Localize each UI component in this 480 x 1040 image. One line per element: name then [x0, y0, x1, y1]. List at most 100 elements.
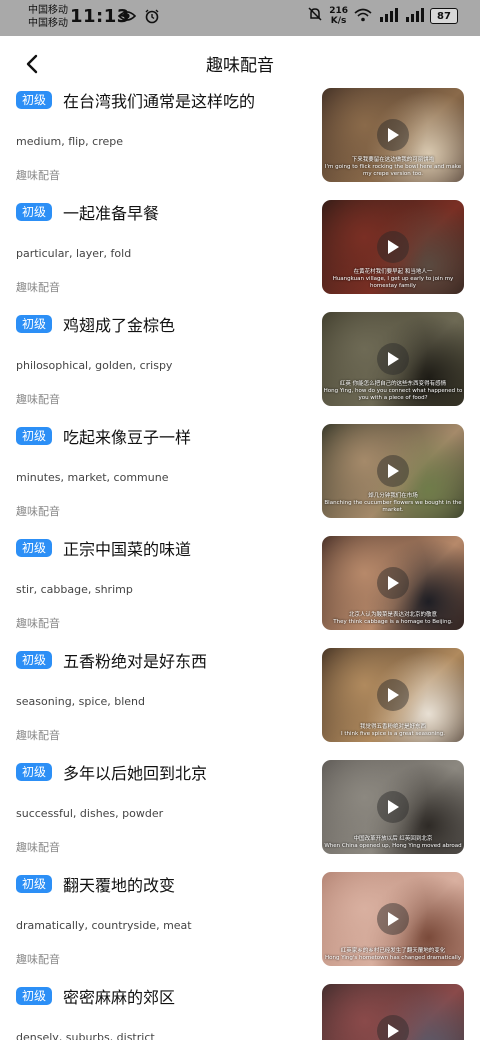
subtitle-en: When China opened up, Hong Ying moved ab…	[324, 843, 462, 849]
item-category: 趣味配音	[16, 393, 60, 406]
video-thumbnail[interactable]: 红英 你能怎么把自己的这些东西变得有感情 Hong Ying, how do y…	[322, 312, 464, 406]
signal-icon	[378, 7, 398, 26]
item-title: 密密麻麻的郊区	[63, 988, 176, 1007]
subtitle-en: I'm going to flick rocking the bowl here…	[324, 164, 462, 177]
item-title: 多年以后她回到北京	[63, 764, 208, 783]
subtitle-cn: 焯几分钟我们在市场	[368, 493, 418, 499]
video-thumbnail[interactable]: 红英家乡的乡村已经发生了翻天覆地的变化 Hong Ying's hometown…	[322, 872, 464, 966]
list-item[interactable]: 初级 一起准备早餐 particular, layer, fold 趣味配音 在…	[0, 196, 480, 308]
level-badge: 初级	[16, 539, 53, 557]
subtitle-cn: 红英家乡的乡村已经发生了翻天覆地的变化	[340, 948, 446, 954]
title-row: 初级 鸡翅成了金棕色	[16, 312, 175, 336]
item-keywords: minutes, market, commune	[16, 471, 169, 484]
level-badge: 初级	[16, 203, 53, 221]
play-icon	[388, 464, 399, 478]
item-category: 趣味配音	[16, 505, 60, 518]
subtitle-en: I think five spice is a great seasoning.	[341, 731, 445, 737]
play-button[interactable]	[377, 231, 409, 263]
status-icons-right: 216 K/s 87	[307, 6, 458, 26]
item-text: 初级 吃起来像豆子一样 minutes, market, commune 趣味配…	[16, 420, 306, 532]
item-keywords: stir, cabbage, shrimp	[16, 583, 133, 596]
play-button[interactable]	[377, 791, 409, 823]
video-thumbnail[interactable]: 我觉得五香粉绝对是好东西 I think five spice is a gre…	[322, 648, 464, 742]
net-speed-value: 216	[329, 6, 348, 16]
play-button[interactable]	[377, 343, 409, 375]
subtitle-en: They think cabbage is a homage to Beijin…	[333, 619, 453, 625]
thumbnail-subtitle: 红英家乡的乡村已经发生了翻天覆地的变化 Hong Ying's hometown…	[322, 948, 464, 962]
thumbnail-subtitle: 北京人认为酸菜是表达对北京的敬意 They think cabbage is a…	[322, 612, 464, 626]
level-badge: 初级	[16, 763, 53, 781]
level-badge: 初级	[16, 875, 53, 893]
play-button[interactable]	[377, 903, 409, 935]
battery-icon: 87	[430, 8, 458, 24]
item-text: 初级 密密麻麻的郊区 densely, suburbs, district 趣味…	[16, 980, 306, 1040]
item-text: 初级 多年以后她回到北京 successful, dishes, powder …	[16, 756, 306, 868]
page-title: 趣味配音	[206, 56, 274, 76]
play-icon	[388, 912, 399, 926]
video-thumbnail[interactable]: 下来我要留在这边做我的可丽饼啦 I'm going to flick rocki…	[322, 88, 464, 182]
thumbnail-subtitle: 我觉得五香粉绝对是好东西 I think five spice is a gre…	[322, 724, 464, 738]
level-badge: 初级	[16, 427, 53, 445]
item-text: 初级 翻天覆地的改变 dramatically, countryside, me…	[16, 868, 306, 980]
thumbnail-subtitle: 焯几分钟我们在市场 Blanching the cucumber flowers…	[322, 493, 464, 514]
carrier-info: 中国移动 中国移动	[28, 4, 68, 30]
thumbnail-subtitle: 在黄花村我们要早起 和当地人一 Huangkuan village, I get…	[322, 269, 464, 290]
play-button[interactable]	[377, 679, 409, 711]
video-thumbnail[interactable]: 焯几分钟我们在市场 Blanching the cucumber flowers…	[322, 424, 464, 518]
level-badge: 初级	[16, 987, 53, 1005]
video-thumbnail[interactable]: 北京人认为酸菜是表达对北京的敬意 They think cabbage is a…	[322, 536, 464, 630]
net-speed-unit: K/s	[330, 16, 347, 26]
list-item[interactable]: 初级 五香粉绝对是好东西 seasoning, spice, blend 趣味配…	[0, 644, 480, 756]
list-item[interactable]: 初级 多年以后她回到北京 successful, dishes, powder …	[0, 756, 480, 868]
carrier-2: 中国移动	[28, 18, 68, 29]
video-thumbnail[interactable]: 在黄花村我们要早起 和当地人一 Huangkuan village, I get…	[322, 200, 464, 294]
item-category: 趣味配音	[16, 617, 60, 630]
level-badge: 初级	[16, 91, 53, 109]
item-category: 趣味配音	[16, 953, 60, 966]
level-badge: 初级	[16, 651, 53, 669]
video-thumbnail[interactable]: 中国改革开放以后 红英回到北京 When China opened up, Ho…	[322, 760, 464, 854]
item-title: 吃起来像豆子一样	[63, 428, 192, 447]
level-badge: 初级	[16, 315, 53, 333]
title-row: 初级 吃起来像豆子一样	[16, 424, 191, 448]
item-category: 趣味配音	[16, 729, 60, 742]
item-text: 初级 鸡翅成了金棕色 philosophical, golden, crispy…	[16, 308, 306, 420]
video-thumbnail[interactable]	[322, 984, 464, 1040]
play-button[interactable]	[377, 455, 409, 487]
item-title: 一起准备早餐	[63, 204, 160, 223]
mute-icon	[307, 6, 323, 26]
item-category: 趣味配音	[16, 169, 60, 182]
thumbnail-subtitle: 红英 你能怎么把自己的这些东西变得有感情 Hong Ying, how do y…	[322, 381, 464, 402]
title-row: 初级 五香粉绝对是好东西	[16, 648, 207, 672]
subtitle-en: Hong Ying, how do you connect what happe…	[323, 388, 463, 401]
eye-icon	[117, 8, 137, 28]
item-title: 翻天覆地的改变	[63, 876, 176, 895]
title-row: 初级 正宗中国菜的味道	[16, 536, 191, 560]
list-item[interactable]: 初级 翻天覆地的改变 dramatically, countryside, me…	[0, 868, 480, 980]
subtitle-cn: 在黄花村我们要早起 和当地人一	[353, 269, 433, 275]
item-keywords: particular, layer, fold	[16, 247, 132, 260]
list-item[interactable]: 初级 吃起来像豆子一样 minutes, market, commune 趣味配…	[0, 420, 480, 532]
list-item[interactable]: 初级 密密麻麻的郊区 densely, suburbs, district 趣味…	[0, 980, 480, 1040]
item-text: 初级 一起准备早餐 particular, layer, fold 趣味配音	[16, 196, 306, 308]
item-keywords: medium, flip, crepe	[16, 135, 124, 148]
play-button[interactable]	[377, 119, 409, 151]
play-button[interactable]	[377, 567, 409, 599]
thumbnail-subtitle: 下来我要留在这边做我的可丽饼啦 I'm going to flick rocki…	[322, 157, 464, 178]
play-icon	[388, 128, 399, 142]
signal-icon-2	[404, 7, 424, 26]
item-keywords: densely, suburbs, district	[16, 1031, 155, 1040]
play-icon	[388, 576, 399, 590]
subtitle-cn: 我觉得五香粉绝对是好东西	[359, 724, 426, 730]
subtitle-cn: 北京人认为酸菜是表达对北京的敬意	[348, 612, 437, 618]
subtitle-cn: 下来我要留在这边做我的可丽饼啦	[351, 157, 435, 163]
list-item[interactable]: 初级 鸡翅成了金棕色 philosophical, golden, crispy…	[0, 308, 480, 420]
item-title: 鸡翅成了金棕色	[63, 316, 176, 335]
list-item[interactable]: 初级 正宗中国菜的味道 stir, cabbage, shrimp 趣味配音 北…	[0, 532, 480, 644]
thumbnail-subtitle: 中国改革开放以后 红英回到北京 When China opened up, Ho…	[322, 836, 464, 850]
title-row: 初级 多年以后她回到北京	[16, 760, 207, 784]
alarm-icon	[144, 8, 160, 28]
list-item[interactable]: 初级 在台湾我们通常是这样吃的 medium, flip, crepe 趣味配音…	[0, 84, 480, 196]
play-icon	[388, 800, 399, 814]
play-button[interactable]	[377, 1015, 409, 1040]
